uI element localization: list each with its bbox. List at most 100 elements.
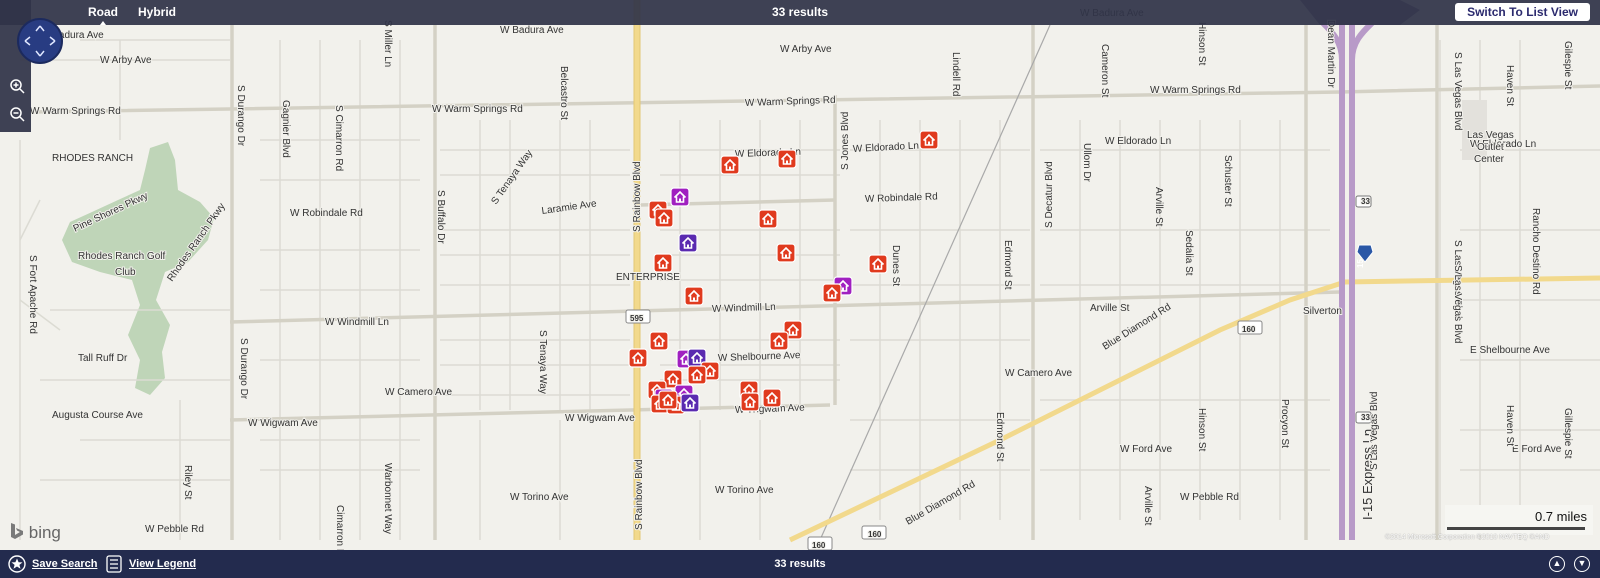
map-canvas[interactable]: W Badura AveW Badura AveW Badura AveW Ar…: [0, 0, 1600, 578]
map-label: Augusta Course Ave: [52, 410, 143, 421]
map-label: W Pebble Rd: [1180, 492, 1239, 503]
map-label: S Miller Ln: [382, 20, 393, 67]
collapse-up-button[interactable]: ▲: [1549, 556, 1565, 572]
home-marker-icon[interactable]: [822, 283, 842, 303]
map-label: Edmond St: [994, 412, 1005, 462]
home-marker-icon[interactable]: [678, 233, 698, 253]
map-label: W Arby Ave: [100, 55, 152, 66]
map-label: W Torino Ave: [715, 485, 774, 496]
map-label: S Jones Blvd: [840, 112, 851, 170]
map-label: S Durango Dr: [235, 85, 246, 147]
map-label: Rancho Destino Rd: [1530, 208, 1541, 295]
bottom-toolbar: Save Search View Legend 33 results ▲ ▼: [0, 550, 1600, 578]
map-label: Procyon St: [1279, 399, 1290, 448]
home-marker-icon[interactable]: [680, 393, 700, 413]
map-label: 33: [1361, 413, 1370, 422]
home-marker-icon[interactable]: [684, 286, 704, 306]
home-marker-icon[interactable]: [762, 388, 782, 408]
home-marker-icon[interactable]: [670, 187, 690, 207]
home-marker-icon[interactable]: [658, 390, 678, 410]
scale-label: 0.7 miles: [1534, 509, 1587, 524]
map-label: W Arby Ave: [780, 44, 832, 55]
map-label: E Shelbourne Ave: [1470, 345, 1550, 356]
home-marker-icon[interactable]: [720, 155, 740, 175]
map-label: W Warm Springs Rd: [432, 104, 523, 115]
map-label: 15: [1356, 259, 1365, 268]
map-label: Ullom Dr: [1081, 143, 1092, 183]
zoom-in-button[interactable]: [9, 78, 25, 94]
home-marker-icon[interactable]: [758, 209, 778, 229]
home-marker-icon[interactable]: [769, 331, 789, 351]
map-label: Dean Martin Dr: [1325, 20, 1336, 88]
home-marker-icon[interactable]: [777, 149, 797, 169]
chevron-up-icon: ▲: [1552, 558, 1562, 568]
map-label: S Rainbow Blvd: [634, 459, 645, 530]
home-marker-icon[interactable]: [654, 208, 674, 228]
map-label: Center: [1474, 154, 1505, 165]
home-marker-icon[interactable]: [687, 365, 707, 385]
map-label: Dunes St: [890, 245, 901, 286]
map-label: S Tenaya Way: [537, 330, 548, 394]
map-label: ENTERPRISE: [616, 272, 680, 283]
map-label: Arville St: [1090, 303, 1130, 314]
map-label: Gillespie St: [1562, 408, 1573, 459]
map-label: RHODES RANCH: [52, 153, 133, 164]
map-label: W Robindale Rd: [290, 208, 363, 219]
home-marker-icon[interactable]: [776, 243, 796, 263]
map-label: E Ford Ave: [1512, 444, 1562, 455]
map-label: Gilespie St: [1562, 41, 1573, 90]
scale-bar: 0.7 miles: [1445, 505, 1593, 535]
map-label: Edmond St: [1002, 240, 1013, 290]
map-label: S Las Vegas Blvd: [1369, 392, 1380, 470]
map-label: Hinson St: [1196, 408, 1207, 452]
map-label: Outlet: [1477, 142, 1504, 153]
zoom-in-icon: [10, 79, 25, 94]
bing-wordmark: bing: [28, 523, 61, 542]
map-label: Riley St: [182, 465, 193, 500]
map-label: Club: [115, 267, 136, 278]
map-label: W Camero Ave: [1005, 368, 1072, 379]
map-label: Haven St: [1504, 405, 1515, 446]
map-label: S Fort Apache Rd: [27, 255, 38, 334]
bing-icon: [11, 523, 23, 539]
map-label: W Camero Ave: [385, 387, 452, 398]
home-marker-icon[interactable]: [740, 392, 760, 412]
scale-line: [1447, 527, 1585, 530]
map-label: 160: [1242, 325, 1256, 334]
map-label: S Decatur Blvd: [1044, 161, 1055, 228]
map-label: S Cimarron Rd: [333, 105, 344, 171]
map-label: Tall Ruff Dr: [78, 353, 128, 364]
switch-to-list-view-button[interactable]: Switch To List View: [1455, 3, 1590, 21]
pan-arrows-icon: [24, 25, 56, 57]
map-label: W Wigwam Ave: [565, 413, 635, 424]
map-label: W Eldorado Ln: [1105, 136, 1171, 147]
home-marker-icon[interactable]: [653, 253, 673, 273]
map-label: W Badura Ave: [500, 25, 564, 36]
expand-down-button[interactable]: ▼: [1574, 556, 1590, 572]
map-label: Rhodes Ranch Golf: [78, 251, 165, 262]
map-copyright: ©2014 Microsoft Corporation ©2010 NAVTEQ…: [1385, 534, 1550, 541]
map-label: Sedalia St: [1183, 230, 1194, 276]
map-label: S Las Vegas Blvd: [1452, 265, 1463, 343]
map-label: Belcastro St: [558, 66, 569, 120]
pan-navigation-control[interactable]: [17, 18, 63, 64]
map-label: S Las Vegas Blvd: [1452, 52, 1463, 130]
map-label: S Durango Dr: [238, 338, 249, 400]
home-marker-icon[interactable]: [919, 130, 939, 150]
map-label: W Warm Springs Rd: [30, 106, 121, 117]
home-marker-icon[interactable]: [649, 331, 669, 351]
home-marker-icon[interactable]: [868, 254, 888, 274]
map-label: W Warm Springs Rd: [1150, 85, 1241, 96]
map-label: W Ford Ave: [1120, 444, 1172, 455]
map-label: 160: [868, 530, 882, 539]
map-label: Haven St: [1504, 65, 1515, 106]
zoom-control-panel: [0, 0, 63, 132]
zoom-out-button[interactable]: [9, 106, 25, 122]
zoom-out-icon: [10, 107, 25, 122]
map-label: Silverton: [1303, 306, 1342, 317]
map-label: W Torino Ave: [510, 492, 569, 503]
results-count-bottom: 33 results: [774, 558, 826, 570]
map-label: W Wigwam Ave: [248, 418, 318, 429]
home-marker-icon[interactable]: [628, 348, 648, 368]
map-label: Warbonnet Way: [382, 463, 393, 534]
